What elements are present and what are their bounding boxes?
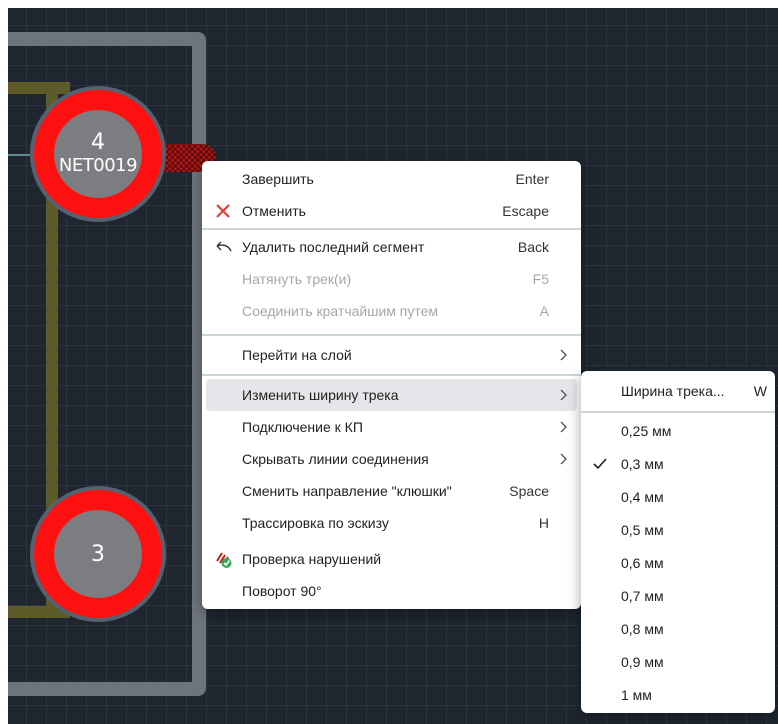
menu-separator [202,334,581,336]
track-width-option-label: 0,7 мм [621,588,664,604]
pad-3[interactable]: 3 [30,486,166,622]
track-width-option[interactable]: 0,5 мм [585,514,771,546]
chevron-right-icon [557,385,571,405]
track-width-option-label: 0,25 мм [621,423,672,439]
track-width-option-label: 0,4 мм [621,489,664,505]
menu-item-label: Поворот 90° [242,583,322,599]
undo-arrow-icon [212,236,234,258]
track-width-option[interactable]: 0,8 мм [585,613,771,645]
menu-separator [202,374,581,376]
track-width-option[interactable]: 1 мм [585,679,771,711]
chevron-right-icon [557,449,571,469]
menu-item-shortcut: Back [517,239,549,255]
menu-item-7[interactable]: Подключение к КП [206,411,577,443]
drc-check-icon [212,548,234,570]
menu-item-shortcut: Enter [515,171,549,187]
menu-item-9[interactable]: Сменить направление "клюшки" Space [206,475,577,507]
track-width-option-label: 0,3 мм [621,456,664,472]
track-width-submenu: Ширина трека... W 0,25 мм 0,3 мм 0,4 мм 0,5… [581,371,775,713]
menu-item-label: Завершить [242,171,314,187]
chevron-right-icon [557,345,571,365]
track-width-option-label: 0,6 мм [621,555,664,571]
menu-item-1[interactable]: Отменить Escape [206,195,577,227]
menu-item-shortcut: A [539,303,549,319]
menu-item-6[interactable]: Изменить ширину трека [206,379,577,411]
track-width-option[interactable]: 0,25 мм [585,415,771,447]
track-width-custom-item[interactable]: Ширина трека... W [585,375,771,407]
menu-item-3: Натянуть трек(и) F5 [206,263,577,295]
menu-item-4: Соединить кратчайшим путем A [206,295,577,327]
chevron-right-icon [557,417,571,437]
menu-item-label: Отменить [242,203,306,219]
menu-item-8[interactable]: Скрывать линии соединения [206,443,577,475]
menu-item-label: Скрывать линии соединения [242,451,429,467]
menu-item-label: Соединить кратчайшим путем [242,303,439,319]
menu-item-shortcut: H [538,515,549,531]
track-width-option[interactable]: 0,7 мм [585,580,771,612]
track-width-custom-label: Ширина трека... [621,383,725,399]
track-width-option[interactable]: 0,9 мм [585,646,771,678]
track-width-option[interactable]: 0,4 мм [585,481,771,513]
track-width-option-label: 0,9 мм [621,654,664,670]
context-menu: Завершить Enter Отменить Escape Удалить посл… [202,161,581,609]
menu-item-label: Проверка нарушений [242,551,382,567]
menu-item-shortcut: Space [509,483,549,499]
track-width-option-label: 1 мм [621,687,652,703]
menu-item-label: Натянуть трек(и) [242,271,352,287]
menu-item-label: Изменить ширину трека [242,387,399,403]
track-width-option[interactable]: 0,3 мм [585,448,771,480]
menu-item-shortcut: Escape [502,203,549,219]
menu-item-shortcut: F5 [532,271,549,287]
menu-item-label: Удалить последний сегмент [242,239,425,255]
pad-4[interactable]: 4 NET0019 [30,86,166,222]
pad-number: 4 [91,130,105,155]
pad-net-name: NET0019 [58,155,138,176]
menu-item-label: Перейти на слой [242,347,352,363]
silkscreen-line [8,82,70,94]
pad-number: 3 [91,541,105,567]
track-width-option-label: 0,8 мм [621,621,664,637]
menu-item-11[interactable]: Проверка нарушений [206,543,577,575]
menu-item-label: Сменить направление "клюшки" [242,483,452,499]
menu-item-label: Трассировка по эскизу [242,515,389,531]
menu-item-0[interactable]: Завершить Enter [206,163,577,195]
menu-item-10[interactable]: Трассировка по эскизу H [206,507,577,539]
menu-item-5[interactable]: Перейти на слой [206,339,577,371]
menu-item-12[interactable]: Поворот 90° [206,575,577,607]
track-width-option[interactable]: 0,6 мм [585,547,771,579]
menu-item-label: Подключение к КП [242,419,363,435]
track-width-custom-shortcut: W [753,383,767,399]
menu-separator [202,228,581,230]
track-width-option-label: 0,5 мм [621,522,664,538]
close-icon [212,200,234,222]
checkmark-icon [591,455,609,473]
menu-item-2[interactable]: Удалить последний сегмент Back [206,231,577,263]
